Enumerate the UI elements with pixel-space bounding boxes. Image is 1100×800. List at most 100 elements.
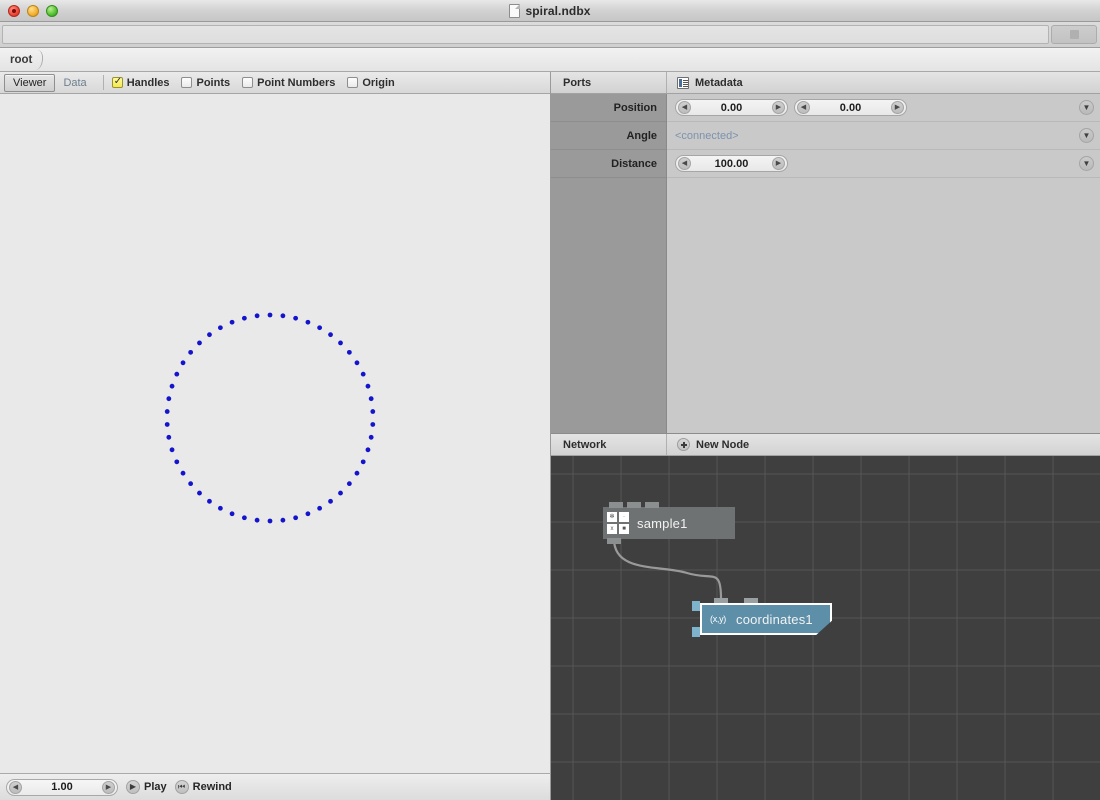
- play-label: Play: [144, 781, 167, 793]
- rewind-icon: ⏮: [174, 780, 189, 794]
- node-coordinates1[interactable]: (x,y) coordinates1: [692, 598, 832, 637]
- checkbox-points-label: Points: [196, 76, 231, 89]
- node-sample1[interactable]: ✻ · x ■ sample1: [603, 502, 735, 544]
- viewer-toolbar: Viewer Data Handles Points Point Numbers: [0, 72, 550, 94]
- inspector-column: Ports Metadata Position Angle Distance ◀…: [551, 72, 1100, 800]
- checkbox-origin-box[interactable]: [347, 77, 359, 88]
- position-x-prev-icon[interactable]: ◀: [678, 101, 691, 114]
- breadcrumb-item-root[interactable]: root: [0, 54, 36, 66]
- port-label-position: Position: [551, 94, 666, 122]
- distance-spinner[interactable]: ◀ 100.00 ▶: [675, 155, 788, 172]
- animation-toolbar: ◀ 1.00 ▶ ▶ Play ⏮ Rewind: [0, 773, 550, 800]
- address-bar: [0, 22, 1100, 48]
- new-node-button[interactable]: New Node: [667, 434, 749, 455]
- node-coordinates1-body[interactable]: (x,y) coordinates1: [700, 603, 832, 635]
- network-canvas[interactable]: ✻ · x ■ sample1 (x,y) coordinates1: [551, 456, 1100, 800]
- grid-cell-2: ·: [619, 512, 629, 522]
- new-node-label: New Node: [696, 438, 750, 451]
- parameters-pane: Ports Metadata Position Angle Distance ◀…: [551, 72, 1100, 434]
- tab-viewer[interactable]: Viewer: [4, 73, 56, 92]
- port-row-distance: ◀ 100.00 ▶ ▼: [667, 150, 1100, 178]
- values-column-filler: [667, 178, 1100, 433]
- node-coordinates1-selection-left-top: [692, 601, 700, 611]
- position-y-next-icon[interactable]: ▶: [891, 101, 904, 114]
- parameters-header: Ports Metadata: [551, 72, 1100, 94]
- nodebox-window: spiral.ndbx root Viewer Data Handles: [0, 0, 1100, 800]
- port-label-angle: Angle: [551, 122, 666, 150]
- network-header: Network New Node: [551, 434, 1100, 456]
- node-sample1-port-2[interactable]: [627, 502, 641, 508]
- distance-next-icon[interactable]: ▶: [772, 157, 785, 170]
- stop-button[interactable]: [1051, 25, 1097, 44]
- checkbox-handles[interactable]: Handles: [111, 76, 170, 89]
- checkbox-origin[interactable]: Origin: [347, 76, 395, 89]
- checkbox-origin-label: Origin: [362, 76, 395, 89]
- viewer-canvas[interactable]: [0, 94, 550, 773]
- tab-data[interactable]: Data: [55, 75, 94, 91]
- traffic-light-group: [0, 4, 58, 17]
- node-coordinates1-selection-left-bottom: [692, 627, 700, 637]
- breadcrumb: root: [0, 48, 1100, 72]
- checkbox-points[interactable]: Points: [181, 77, 230, 89]
- grid-cell-4: ■: [619, 524, 629, 534]
- node-sample1-body[interactable]: ✻ · x ■ sample1: [603, 507, 735, 539]
- grid-cell-1: ✻: [607, 512, 617, 522]
- checkbox-handles-label: Handles: [126, 76, 170, 89]
- position-row-chevron-down-icon[interactable]: ▼: [1079, 100, 1094, 115]
- document-icon: [509, 3, 521, 18]
- angle-row-chevron-down-icon[interactable]: ▼: [1079, 128, 1094, 143]
- main-split: Viewer Data Handles Points Point Numbers: [0, 72, 1100, 800]
- node-sample1-port-3[interactable]: [645, 502, 659, 508]
- ports-values-column: ◀ 0.00 ▶ ◀ 0.00 ▶ ▼ <connected> ▼ ◀ 100.…: [667, 94, 1100, 433]
- checkbox-point-numbers[interactable]: Point Numbers: [242, 77, 335, 89]
- metadata-list-icon: [677, 76, 689, 89]
- plus-circle-icon: [677, 438, 690, 451]
- position-y-prev-icon[interactable]: ◀: [797, 101, 810, 114]
- port-row-angle: <connected> ▼: [667, 122, 1100, 150]
- port-row-position: ◀ 0.00 ▶ ◀ 0.00 ▶ ▼: [667, 94, 1100, 122]
- checkbox-handles-box[interactable]: [111, 76, 123, 88]
- distance-value[interactable]: 100.00: [691, 158, 772, 170]
- distance-prev-icon[interactable]: ◀: [678, 157, 691, 170]
- angle-connected-value: <connected>: [675, 129, 739, 142]
- frame-spinner[interactable]: ◀ 1.00 ▶: [6, 778, 118, 796]
- node-sample1-label: sample1: [637, 515, 688, 531]
- metadata-header[interactable]: Metadata: [667, 72, 743, 93]
- position-y-spinner[interactable]: ◀ 0.00 ▶: [794, 99, 907, 116]
- position-y-value[interactable]: 0.00: [810, 102, 891, 114]
- close-window-button[interactable]: [8, 4, 20, 17]
- port-label-distance: Distance: [551, 150, 666, 178]
- checkbox-point-numbers-box[interactable]: [242, 77, 254, 88]
- position-x-next-icon[interactable]: ▶: [772, 101, 785, 114]
- frame-value[interactable]: 1.00: [22, 781, 102, 793]
- position-x-spinner[interactable]: ◀ 0.00 ▶: [675, 99, 788, 116]
- stop-square-icon: [1069, 30, 1079, 39]
- rewind-button[interactable]: ⏮ Rewind: [174, 780, 232, 794]
- network-pane: Network New Node ✻ · x ■ sample1 (x,y) c…: [551, 434, 1100, 800]
- rewind-label: Rewind: [192, 781, 232, 793]
- node-coordinates1-label: coordinates1: [736, 611, 813, 627]
- window-title: spiral.ndbx: [525, 3, 591, 18]
- breadcrumb-separator-icon: [36, 49, 48, 71]
- viewer-column: Viewer Data Handles Points Point Numbers: [0, 72, 551, 800]
- grid-cell-3: x: [607, 524, 617, 534]
- ports-label-column: Position Angle Distance: [551, 94, 667, 433]
- network-header-label: Network: [551, 434, 667, 455]
- viewer-shape: [164, 312, 376, 524]
- position-x-value[interactable]: 0.00: [691, 102, 772, 114]
- node-sample1-output-port[interactable]: [607, 538, 621, 544]
- distance-row-chevron-down-icon[interactable]: ▼: [1079, 156, 1094, 171]
- node-sample1-port-1[interactable]: [609, 502, 623, 508]
- minimize-window-button[interactable]: [27, 4, 39, 17]
- address-field[interactable]: [2, 25, 1049, 44]
- frame-prev-icon[interactable]: ◀: [9, 780, 22, 794]
- window-title-group: spiral.ndbx: [0, 0, 1100, 21]
- maximize-window-button[interactable]: [46, 4, 58, 17]
- ports-column-filler: [551, 178, 666, 433]
- checkbox-points-box[interactable]: [181, 77, 193, 88]
- frame-next-icon[interactable]: ▶: [102, 780, 115, 794]
- play-icon: ▶: [126, 780, 140, 794]
- ports-header-label: Ports: [551, 72, 667, 93]
- play-button[interactable]: ▶ Play: [126, 780, 167, 794]
- xy-coordinates-icon: (x,y): [710, 614, 726, 624]
